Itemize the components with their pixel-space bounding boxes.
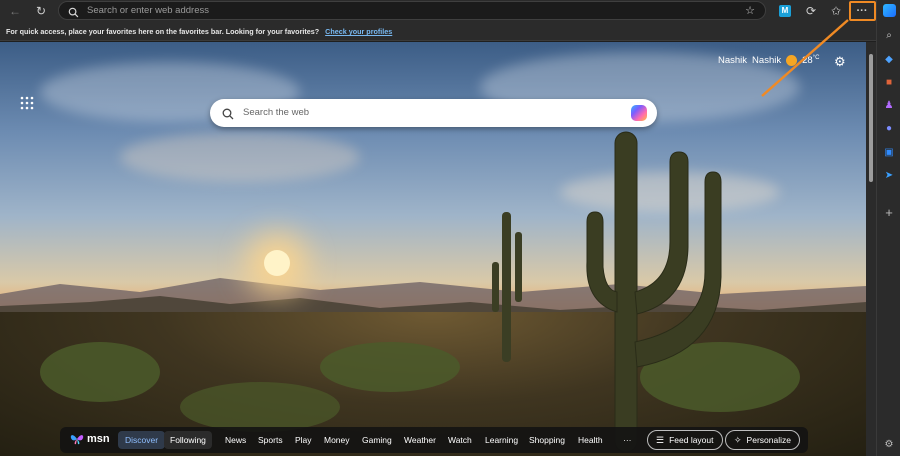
shrub	[40, 342, 160, 402]
refresh-icon: ↻	[35, 4, 47, 18]
extensions-button[interactable]: ⟳	[802, 2, 820, 20]
nav-watch[interactable]: Watch	[448, 431, 472, 449]
favorites-icon: ✩	[830, 4, 842, 18]
tab-discover[interactable]: Discover	[118, 431, 166, 449]
web-search-box[interactable]: Search the web	[210, 99, 657, 127]
sidebar-shopping-button[interactable]: ◆	[882, 52, 896, 66]
edge-sidebar: ⌕ ◆ ■ ♟ ● ▣ ➤ + ⚙	[876, 0, 900, 456]
extension-button[interactable]: M	[776, 2, 794, 20]
weather-widget[interactable]: Nashik Nashik 28°C	[718, 55, 819, 66]
favorites-bar-message: For quick access, place your favorites h…	[6, 27, 392, 36]
nav-play[interactable]: Play	[295, 431, 312, 449]
copilot-sidebar-button[interactable]	[882, 3, 896, 17]
outlook-icon: ▣	[884, 146, 894, 158]
send-icon: ➤	[884, 169, 894, 181]
nav-learning[interactable]: Learning	[485, 431, 518, 449]
extension-m-icon: M	[779, 5, 791, 17]
nav-more[interactable]: ···	[623, 431, 632, 449]
check-profiles-link[interactable]: Check your profiles	[325, 27, 392, 36]
sidebar-tools-button[interactable]: ■	[882, 75, 896, 89]
browser-toolbar: ← ↻ Search or enter web address ☆ M ⟳ ✩ …	[0, 0, 900, 22]
favorite-star-icon[interactable]: ☆	[745, 4, 755, 17]
back-button[interactable]: ←	[6, 2, 24, 20]
new-tab-page: Nashik Nashik 28°C ⚙ Search the web msn …	[0, 42, 866, 456]
page-settings-button[interactable]: ⚙	[834, 54, 846, 70]
nav-weather[interactable]: Weather	[404, 431, 436, 449]
shrub	[320, 342, 460, 392]
cloud	[120, 132, 360, 182]
personalize-button[interactable]: ✧ Personalize	[725, 430, 800, 450]
games-icon: ♟	[884, 99, 894, 111]
small-cactus	[492, 212, 522, 362]
nav-shopping[interactable]: Shopping	[529, 431, 565, 449]
sun	[264, 250, 290, 276]
sliders-icon: ☰	[656, 434, 665, 445]
highlight-box	[849, 1, 876, 21]
weather-temp: 28°C	[802, 55, 820, 67]
toolbox-icon: ■	[885, 76, 893, 88]
msn-logo[interactable]: msn	[70, 433, 110, 445]
nav-health[interactable]: Health	[578, 431, 603, 449]
plus-icon: +	[885, 204, 893, 220]
tab-following[interactable]: Following	[164, 431, 212, 449]
favorites-message-text: For quick access, place your favorites h…	[6, 27, 320, 36]
msn-logo-text: msn	[87, 433, 110, 445]
sunny-icon	[786, 55, 798, 67]
gear-icon: ⚙	[834, 54, 846, 69]
tag-icon: ◆	[885, 53, 893, 65]
nav-sports[interactable]: Sports	[258, 431, 283, 449]
sidebar-settings-button[interactable]: ⚙	[882, 437, 896, 451]
search-placeholder: Search the web	[243, 107, 310, 118]
nav-news[interactable]: News	[225, 431, 246, 449]
favorites-button[interactable]: ✩	[827, 2, 845, 20]
sidebar-m365-button[interactable]: ●	[882, 121, 896, 135]
search-icon	[222, 107, 234, 125]
feed-layout-label: Feed layout	[669, 435, 714, 445]
sidebar-games-button[interactable]: ♟	[882, 98, 896, 112]
msn-feed-bar: msn Discover Following News Sports Play …	[60, 427, 808, 453]
back-arrow-icon: ←	[9, 4, 21, 18]
apps-grid-icon[interactable]	[20, 96, 34, 110]
address-placeholder: Search or enter web address	[87, 5, 209, 16]
saguaro-cactus	[586, 131, 722, 452]
copilot-icon	[882, 3, 896, 17]
shrub	[180, 382, 340, 432]
search-icon	[68, 5, 79, 23]
msn-butterfly-icon	[70, 435, 84, 445]
office-icon: ●	[885, 122, 893, 134]
weather-city-2: Nashik	[752, 55, 782, 67]
sidebar-drop-button[interactable]: ➤	[882, 168, 896, 182]
browser-window: ← ↻ Search or enter web address ☆ M ⟳ ✩ …	[0, 0, 900, 456]
page-scrollbar[interactable]	[866, 42, 876, 456]
nav-gaming[interactable]: Gaming	[362, 431, 392, 449]
puzzle-icon: ⟳	[805, 4, 817, 18]
search-icon: ⌕	[886, 29, 892, 41]
sparkle-icon: ✧	[734, 434, 742, 445]
gear-icon: ⚙	[884, 438, 894, 450]
nav-money[interactable]: Money	[324, 431, 350, 449]
copilot-icon[interactable]	[631, 105, 647, 121]
weather-city: Nashik	[718, 55, 748, 67]
scrollbar-thumb[interactable]	[869, 54, 873, 182]
feed-layout-button[interactable]: ☰ Feed layout	[647, 430, 723, 450]
favorites-bar: For quick access, place your favorites h…	[0, 22, 900, 41]
personalize-label: Personalize	[746, 435, 791, 445]
sidebar-add-button[interactable]: +	[882, 204, 896, 220]
refresh-button[interactable]: ↻	[32, 2, 50, 20]
sidebar-outlook-button[interactable]: ▣	[882, 145, 896, 159]
sidebar-search-button[interactable]: ⌕	[882, 28, 896, 42]
address-bar[interactable]: Search or enter web address ☆	[58, 1, 766, 20]
